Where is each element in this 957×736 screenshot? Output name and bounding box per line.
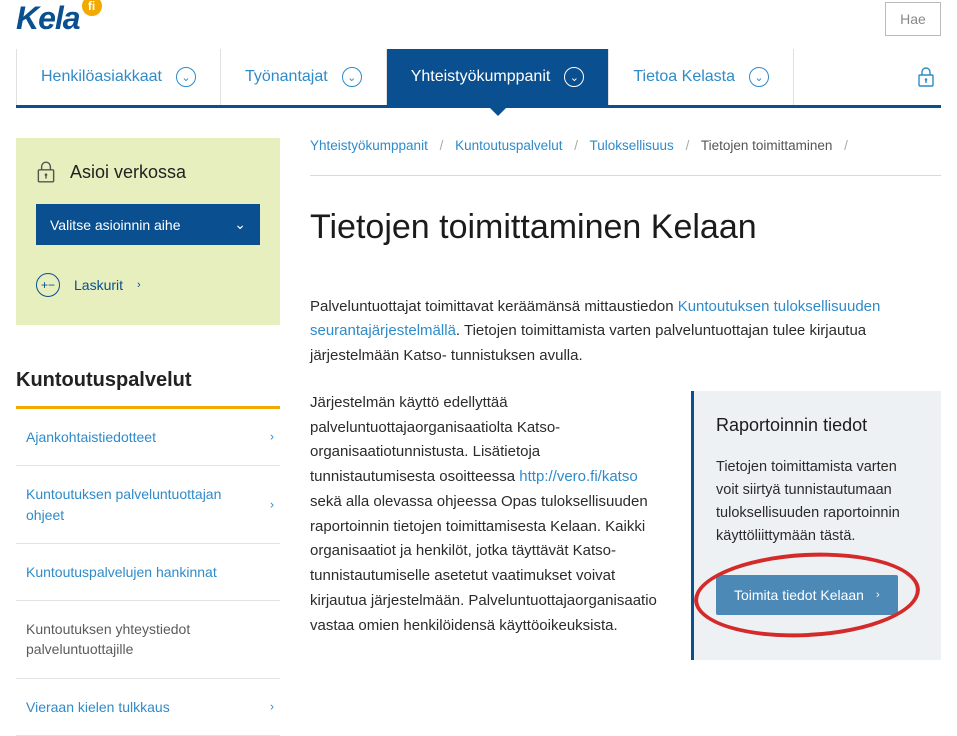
lock-icon [917, 66, 935, 88]
sidebar-item-ajankohtaistiedotteet[interactable]: Ajankohtaistiedotteet › [16, 409, 280, 466]
paragraph-text: sekä alla olevassa ohjeessa Opas tulokse… [310, 493, 657, 634]
asioi-verkossa-box: Asioi verkossa Valitse asioinnin aihe ⌄ … [16, 138, 280, 325]
laskurit-label: Laskurit [74, 277, 123, 293]
chevron-right-icon: › [270, 428, 274, 445]
nav-label: Yhteistyökumppanit [411, 68, 551, 86]
asioi-heading: Asioi verkossa [36, 160, 260, 184]
primary-nav: Henkilöasiakkaat ⌄ Työnantajat ⌄ Yhteist… [16, 49, 941, 108]
sidebar-item-hankinnat[interactable]: Kuntoutuspalvelujen hankinnat [16, 544, 280, 601]
sidebar-item-label: Kuntoutuspalvelujen hankinnat [26, 564, 217, 580]
nav-tyonantajat[interactable]: Työnantajat ⌄ [221, 49, 387, 105]
highlighted-button-wrap: Toimita tiedot Kelaan › [716, 575, 898, 615]
laskurit-link[interactable]: +− Laskurit › [36, 273, 260, 297]
sidebar-item-palveluntuottajan-ohjeet[interactable]: Kuntoutuksen palveluntuottajan ohjeet › [16, 466, 280, 544]
toimita-tiedot-button[interactable]: Toimita tiedot Kelaan › [716, 575, 898, 615]
asioi-topic-select[interactable]: Valitse asioinnin aihe ⌄ [36, 204, 260, 245]
chevron-down-icon: ⌄ [176, 67, 196, 87]
breadcrumb-link[interactable]: Yhteistyökumppanit [310, 138, 428, 153]
logo-text: Kela [16, 0, 80, 37]
info-card-title: Raportoinnin tiedot [716, 415, 919, 436]
nav-yhteistyokumppanit[interactable]: Yhteistyökumppanit ⌄ [387, 49, 610, 105]
raportointi-info-card: Raportoinnin tiedot Tietojen toimittamis… [691, 391, 941, 661]
nav-henkiloasiakkaat[interactable]: Henkilöasiakkaat ⌄ [16, 49, 221, 105]
asioi-title: Asioi verkossa [70, 162, 186, 183]
button-label: Toimita tiedot Kelaan [734, 587, 864, 603]
chevron-down-icon: ⌄ [749, 67, 769, 87]
body-text-column: Järjestelmän käyttö edellyttää palvelunt… [310, 391, 663, 661]
chevron-down-icon: ⌄ [342, 67, 362, 87]
breadcrumb-separator: / [678, 138, 698, 153]
chevron-right-icon: › [876, 589, 880, 601]
site-header: Kela fi Hae [0, 0, 957, 49]
breadcrumb: Yhteistyökumppanit / Kuntoutuspalvelut /… [310, 138, 941, 176]
sidebar-section-title: Kuntoutuspalvelut [16, 369, 280, 409]
chevron-down-icon: ⌄ [234, 216, 246, 233]
breadcrumb-current: Tietojen toimittaminen [701, 138, 833, 153]
sidebar-item-yhteystiedot: Kuntoutuksen yhteystiedot palveluntuotta… [16, 601, 280, 679]
sidebar-item-label: Kuntoutuksen palveluntuottajan ohjeet [26, 486, 221, 522]
breadcrumb-separator: / [566, 138, 586, 153]
chevron-right-icon: › [270, 496, 274, 513]
breadcrumb-separator: / [432, 138, 452, 153]
login-lock-button[interactable] [911, 49, 941, 105]
sidebar-item-label: Vieraan kielen tulkkaus [26, 699, 170, 715]
breadcrumb-link[interactable]: Kuntoutuspalvelut [455, 138, 562, 153]
main-content: Yhteistyökumppanit / Kuntoutuspalvelut /… [310, 138, 941, 736]
intro-paragraph: Palveluntuottajat toimittavat keräämänsä… [310, 295, 941, 369]
sidebar-item-label: Kuntoutuksen yhteystiedot palveluntuotta… [26, 621, 190, 657]
site-logo[interactable]: Kela fi [16, 0, 102, 37]
breadcrumb-separator: / [836, 138, 856, 153]
nav-label: Henkilöasiakkaat [41, 68, 162, 86]
body-paragraph: Järjestelmän käyttö edellyttää palvelunt… [310, 391, 663, 639]
link-vero-katso[interactable]: http://vero.fi/katso [519, 468, 637, 485]
chevron-right-icon: › [270, 698, 274, 715]
logo-badge-icon: fi [82, 0, 102, 16]
sidebar-item-label: Ajankohtaistiedotteet [26, 429, 156, 445]
nav-label: Tietoa Kelasta [633, 68, 735, 86]
chevron-right-icon: › [137, 279, 141, 291]
page-title: Tietojen toimittaminen Kelaan [310, 206, 941, 249]
calculator-icon: +− [36, 273, 60, 297]
asioi-select-label: Valitse asioinnin aihe [50, 217, 181, 233]
chevron-down-icon: ⌄ [564, 67, 584, 87]
sidebar-item-vieraan-kielen-tulkkaus[interactable]: Vieraan kielen tulkkaus › [16, 679, 280, 736]
paragraph-text: Palveluntuottajat toimittavat keräämänsä… [310, 298, 678, 315]
breadcrumb-link[interactable]: Tuloksellisuus [590, 138, 674, 153]
nav-label: Työnantajat [245, 68, 328, 86]
info-card-body: Tietojen toimittamista varten voit siirt… [716, 456, 919, 549]
sidebar: Asioi verkossa Valitse asioinnin aihe ⌄ … [16, 138, 280, 736]
nav-tietoa-kelasta[interactable]: Tietoa Kelasta ⌄ [609, 49, 794, 105]
sidebar-nav-list: Ajankohtaistiedotteet › Kuntoutuksen pal… [16, 409, 280, 736]
search-input[interactable]: Hae [885, 2, 941, 36]
lock-icon [36, 160, 56, 184]
